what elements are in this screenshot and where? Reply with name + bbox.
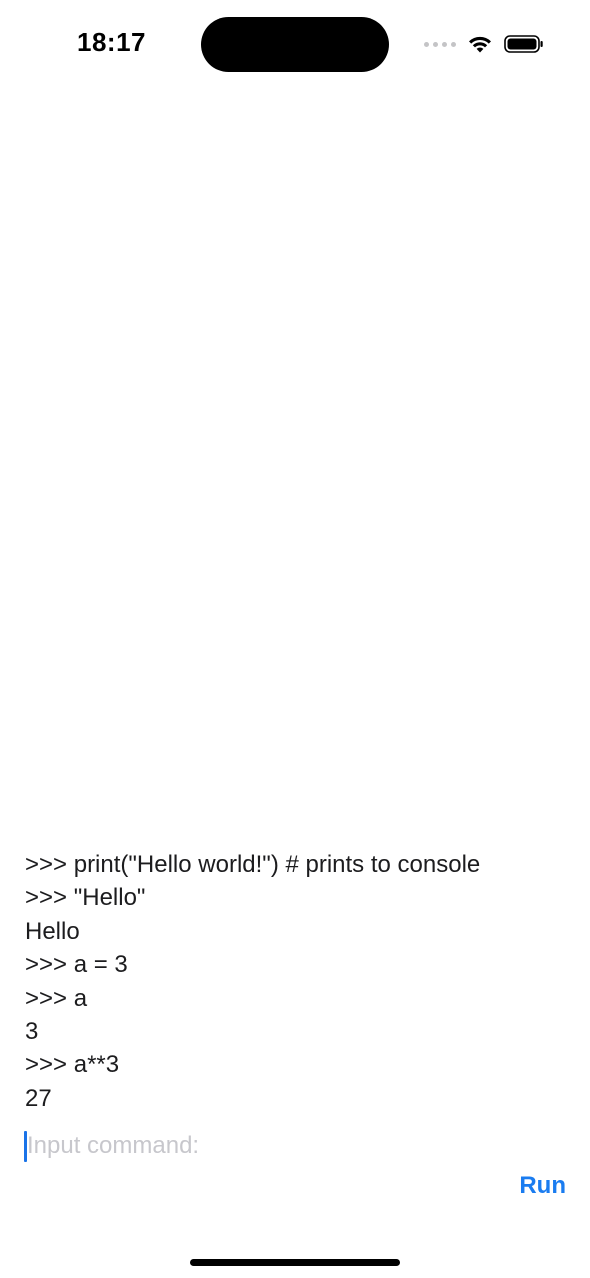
command-input-row[interactable] <box>24 1128 570 1164</box>
console-line: >>> "Hello" <box>25 884 146 912</box>
command-input[interactable] <box>27 1128 527 1164</box>
console-output: >>> print("Hello world!") # prints to co… <box>25 848 570 1115</box>
console-line: >>> a <box>25 984 88 1012</box>
home-indicator[interactable] <box>190 1259 400 1266</box>
console-line: >>> print("Hello world!") # prints to co… <box>25 851 481 878</box>
dynamic-island <box>201 17 389 72</box>
status-icons <box>424 30 544 58</box>
console-line: >>> a = 3 <box>25 951 128 979</box>
console-line: >>> a**3 <box>25 1051 120 1079</box>
console-line: 3 <box>25 1017 39 1045</box>
console-line: Hello <box>25 917 80 945</box>
battery-icon <box>504 34 544 54</box>
wifi-icon <box>468 34 492 54</box>
console-line: 27 <box>25 1084 52 1112</box>
run-button[interactable]: Run <box>519 1172 566 1200</box>
signal-dots-icon <box>424 30 456 58</box>
status-time: 18:17 <box>77 27 146 57</box>
